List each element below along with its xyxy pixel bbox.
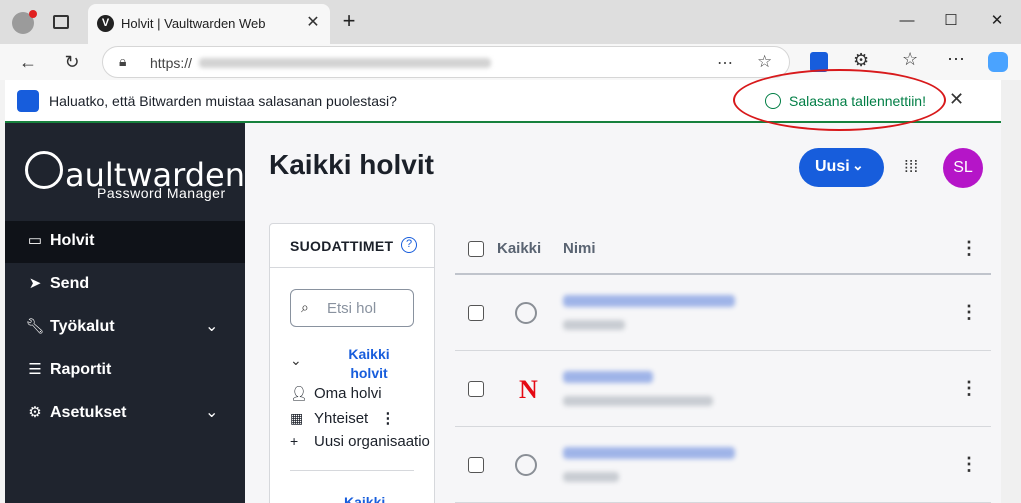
more-menu-icon[interactable]: ⋯ bbox=[947, 49, 965, 70]
row-options-icon[interactable]: ⋮ bbox=[960, 454, 978, 475]
notification-dot bbox=[29, 10, 37, 18]
url-input[interactable]: 🔒︎ https:// ⋯ ☆ bbox=[102, 46, 790, 78]
sidebar-item-holvit[interactable]: ▭ Holvit bbox=[5, 221, 245, 263]
maximize-button[interactable]: ☐ bbox=[937, 9, 965, 33]
sidebar-item-raportit[interactable]: ☰ Raportit bbox=[5, 350, 245, 392]
tab-actions-icon[interactable] bbox=[53, 15, 69, 29]
select-all-checkbox[interactable] bbox=[468, 241, 484, 257]
item-username-redacted bbox=[563, 320, 625, 330]
sliders-icon: ☰ bbox=[28, 361, 42, 378]
row-checkbox[interactable] bbox=[468, 457, 484, 473]
url-prefix: https:// bbox=[150, 55, 193, 71]
help-icon[interactable]: ? bbox=[401, 237, 417, 253]
netflix-icon: N bbox=[519, 375, 538, 404]
favorite-star-icon[interactable]: ☆ bbox=[757, 52, 772, 72]
chevron-down-icon[interactable]: ⌄ bbox=[205, 316, 218, 336]
search-placeholder: Etsi hol bbox=[327, 300, 377, 317]
table-row[interactable]: ⋮ bbox=[455, 275, 991, 351]
wrench-icon: 🔧︎ bbox=[25, 318, 45, 335]
back-icon[interactable]: ← bbox=[14, 49, 42, 75]
gear-icon: ⚙ bbox=[28, 404, 42, 421]
item-name-redacted bbox=[563, 295, 735, 307]
extensions-icon[interactable]: ⚙ bbox=[853, 50, 869, 71]
tab-title: Holvit | Vaultwarden Web bbox=[121, 16, 266, 31]
divider bbox=[290, 470, 414, 471]
highlight-ellipse bbox=[733, 69, 946, 131]
sidebar-item-asetukset[interactable]: ⚙ Asetukset ⌄ bbox=[5, 393, 245, 435]
item-username-redacted bbox=[563, 396, 713, 406]
scrollbar[interactable] bbox=[1001, 80, 1021, 503]
lock-icon[interactable]: 🔒︎ bbox=[119, 53, 126, 70]
filter-label: Uusi organisaatio bbox=[314, 433, 430, 450]
sidebar-item-send[interactable]: ➤ Send bbox=[5, 264, 245, 306]
page-title: Kaikki holvit bbox=[269, 149, 434, 180]
filters-panel: SUODATTIMET ? ⌕ Etsi hol ⌄ Kaikki holvit… bbox=[269, 223, 435, 503]
filter-shared[interactable]: ▦ Yhteiset ⋮ bbox=[290, 409, 395, 427]
row-checkbox[interactable] bbox=[468, 381, 484, 397]
filter-label: Oma holvi bbox=[314, 385, 382, 402]
row-options-icon[interactable]: ⋮ bbox=[960, 378, 978, 399]
chevron-down-icon[interactable]: ⌄ bbox=[205, 402, 218, 422]
globe-icon bbox=[515, 302, 537, 324]
main-content: Kaikki holvit Uusi ⌄ ⁞⁞⁞ SL SUODATTIMET … bbox=[245, 123, 1001, 503]
filter-new-organization[interactable]: + Uusi organisaatio bbox=[290, 433, 430, 450]
new-item-button[interactable]: Uusi ⌄ bbox=[799, 148, 884, 187]
header-options-icon[interactable]: ⋮ bbox=[960, 238, 978, 259]
filter-my-vault[interactable]: 👤︎ Oma holvi bbox=[290, 385, 382, 402]
copilot-icon[interactable] bbox=[988, 52, 1008, 72]
browser-tab[interactable]: V Holvit | Vaultwarden Web ✕ bbox=[88, 4, 330, 44]
close-icon[interactable]: ✕ bbox=[949, 89, 964, 110]
sidebar: aultwarden Password Manager ▭ Holvit ➤ S… bbox=[5, 123, 245, 503]
filter-all-items[interactable]: Kaikki bbox=[344, 494, 385, 503]
chevron-down-icon[interactable]: ⌄ bbox=[290, 352, 302, 369]
filter-label: Yhteiset bbox=[314, 410, 369, 427]
new-tab-button[interactable]: + bbox=[335, 9, 363, 33]
column-header-all: Kaikki bbox=[497, 240, 542, 257]
options-icon[interactable]: ⋮ bbox=[380, 410, 395, 427]
globe-icon bbox=[515, 454, 537, 476]
person-icon: 👤︎ bbox=[290, 385, 308, 401]
row-options-icon[interactable]: ⋮ bbox=[960, 302, 978, 323]
browser-tab-strip: V Holvit | Vaultwarden Web ✕ + — ☐ ✕ bbox=[0, 0, 1021, 44]
table-row[interactable]: N ⋮ bbox=[455, 351, 991, 427]
new-button-label: Uusi bbox=[815, 158, 850, 175]
item-username-redacted bbox=[563, 472, 619, 482]
chevron-down-icon: ⌄ bbox=[852, 157, 864, 173]
sidebar-item-label: Send bbox=[50, 275, 90, 292]
sidebar-item-tyokalut[interactable]: 🔧︎ Työkalut ⌄ bbox=[5, 307, 245, 349]
logo-subtitle: Password Manager bbox=[97, 185, 226, 201]
close-window-button[interactable]: ✕ bbox=[983, 9, 1011, 33]
reload-icon[interactable]: ↻ bbox=[58, 49, 86, 75]
reader-icon[interactable]: ⋯ bbox=[717, 53, 733, 73]
send-icon: ➤ bbox=[28, 275, 42, 292]
row-checkbox[interactable] bbox=[468, 305, 484, 321]
minimize-button[interactable]: — bbox=[893, 9, 921, 33]
table-row[interactable]: ⋮ bbox=[455, 427, 991, 503]
favorites-icon[interactable]: ☆ bbox=[902, 49, 918, 70]
vaultwarden-logo-icon bbox=[25, 151, 63, 189]
filter-all-vaults[interactable]: Kaikki holvit bbox=[334, 345, 404, 383]
tab-close-icon[interactable]: ✕ bbox=[303, 13, 323, 33]
sidebar-item-label: Asetukset bbox=[50, 404, 127, 421]
sidebar-item-label: Raportit bbox=[50, 361, 112, 378]
search-input[interactable]: ⌕ Etsi hol bbox=[290, 289, 414, 327]
filters-header: SUODATTIMET ? bbox=[270, 224, 434, 268]
vaultwarden-favicon-icon: V bbox=[97, 15, 114, 32]
item-name-redacted bbox=[563, 447, 735, 459]
plus-icon: + bbox=[290, 433, 299, 449]
sidebar-item-label: Holvit bbox=[50, 232, 95, 249]
app-switcher-icon[interactable]: ⁞⁞⁞ bbox=[904, 158, 922, 176]
url-blurred bbox=[199, 58, 491, 68]
save-bar-message: Haluatko, että Bitwarden muistaa salasan… bbox=[49, 93, 397, 109]
column-header-name[interactable]: Nimi bbox=[563, 240, 596, 257]
sidebar-item-label: Työkalut bbox=[50, 318, 115, 335]
avatar[interactable]: SL bbox=[943, 148, 983, 188]
building-icon: ▦ bbox=[290, 410, 304, 426]
search-icon: ⌕ bbox=[301, 299, 309, 315]
table-header: Kaikki Nimi ⋮ bbox=[455, 223, 991, 275]
vault-icon: ▭ bbox=[27, 232, 43, 249]
filters-title: SUODATTIMET bbox=[290, 238, 394, 254]
item-name-redacted bbox=[563, 371, 653, 383]
bitwarden-shield-icon bbox=[17, 90, 39, 112]
